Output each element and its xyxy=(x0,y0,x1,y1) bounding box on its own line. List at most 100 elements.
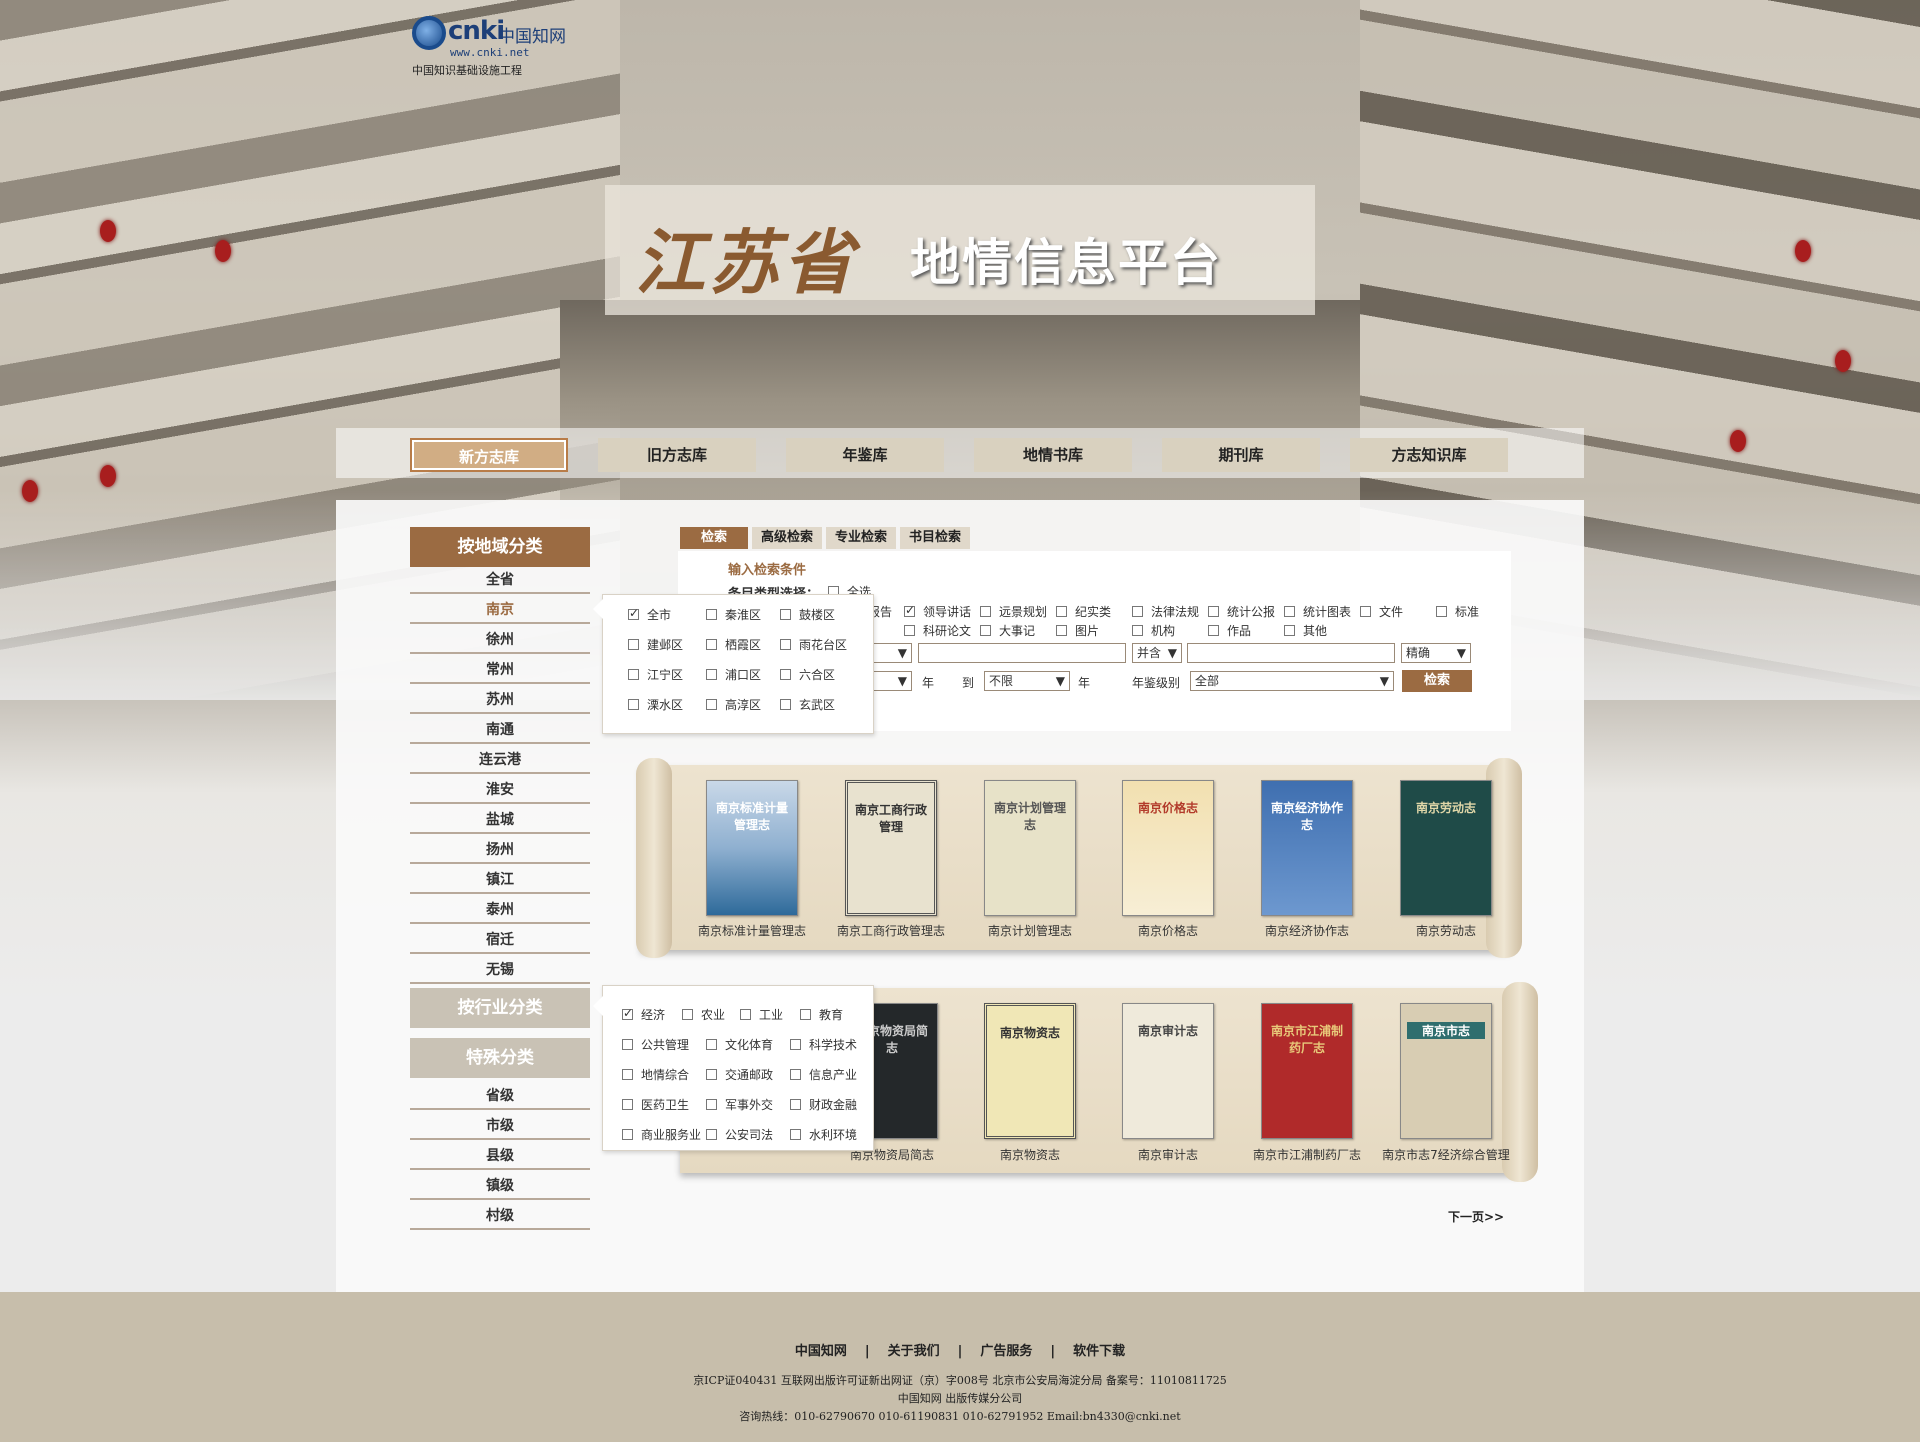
district-checkbox[interactable]: 高淳区 xyxy=(706,696,761,713)
cnki-logo[interactable]: cnki 中国知网 www.cnki.net 中国知识基础设施工程 xyxy=(412,12,582,77)
district-checkbox[interactable]: 秦淮区 xyxy=(706,606,761,623)
district-checkbox[interactable]: 玄武区 xyxy=(780,696,835,713)
book-title[interactable]: 南京市江浦制药厂志 xyxy=(1237,1146,1377,1163)
tab-new-gazetteer[interactable]: 新方志库 xyxy=(410,438,568,472)
match-select[interactable]: 精确 xyxy=(1401,643,1471,663)
book-cover[interactable]: 南京计划管理志 xyxy=(984,780,1076,916)
type-checkbox[interactable]: 图片 xyxy=(1056,622,1099,639)
type-checkbox[interactable]: 作品 xyxy=(1208,622,1251,639)
next-page-link[interactable]: 下一页>> xyxy=(1448,1208,1504,1225)
sidebar-item-region[interactable]: 连云港 xyxy=(410,746,590,774)
logic-select[interactable]: 并含 xyxy=(1132,643,1182,663)
sidebar-item-region[interactable]: 苏州 xyxy=(410,686,590,714)
type-checkbox[interactable]: 统计公报 xyxy=(1208,603,1275,620)
district-checkbox[interactable]: 雨花台区 xyxy=(780,636,847,653)
sidebar-item-level[interactable]: 镇级 xyxy=(410,1172,590,1200)
type-checkbox[interactable]: 纪实类 xyxy=(1056,603,1111,620)
industry-checkbox[interactable]: 财政金融 xyxy=(790,1096,857,1113)
sidebar-item-region[interactable]: 泰州 xyxy=(410,896,590,924)
industry-checkbox[interactable]: 科学技术 xyxy=(790,1036,857,1053)
footer-link-ads[interactable]: 广告服务 xyxy=(980,1344,1032,1359)
footer-link-download[interactable]: 软件下载 xyxy=(1073,1344,1125,1359)
industry-checkbox[interactable]: 医药卫生 xyxy=(622,1096,689,1113)
book-cover[interactable]: 南京工商行政管理 xyxy=(845,780,937,916)
sidebar-item-region[interactable]: 镇江 xyxy=(410,866,590,894)
district-checkbox[interactable]: 栖霞区 xyxy=(706,636,761,653)
sidebar-item-region[interactable]: 盐城 xyxy=(410,806,590,834)
district-checkbox[interactable]: 鼓楼区 xyxy=(780,606,835,623)
search-tab-catalog[interactable]: 书目检索 xyxy=(900,527,970,549)
district-checkbox[interactable]: 全市 xyxy=(628,606,671,623)
book-title[interactable]: 南京标准计量管理志 xyxy=(682,922,822,939)
industry-checkbox[interactable]: 水利环境 xyxy=(790,1126,857,1143)
type-checkbox[interactable]: 机构 xyxy=(1132,622,1175,639)
sidebar-item-region[interactable]: 淮安 xyxy=(410,776,590,804)
industry-checkbox[interactable]: 工业 xyxy=(740,1006,783,1023)
industry-checkbox[interactable]: 经济 xyxy=(622,1006,665,1023)
book-title[interactable]: 南京物资志 xyxy=(960,1146,1100,1163)
industry-checkbox[interactable]: 商业服务业 xyxy=(622,1126,701,1143)
sidebar-item-region[interactable]: 全省 xyxy=(410,566,590,594)
book-cover[interactable]: 南京价格志 xyxy=(1122,780,1214,916)
sidebar-item-region[interactable]: 南通 xyxy=(410,716,590,744)
book-cover[interactable]: 南京劳动志 xyxy=(1400,780,1492,916)
district-checkbox[interactable]: 建邺区 xyxy=(628,636,683,653)
type-checkbox[interactable]: 法律法规 xyxy=(1132,603,1199,620)
industry-checkbox[interactable]: 地情综合 xyxy=(622,1066,689,1083)
district-checkbox[interactable]: 溧水区 xyxy=(628,696,683,713)
footer-link-about[interactable]: 关于我们 xyxy=(888,1344,940,1359)
footer-link-cnki[interactable]: 中国知网 xyxy=(795,1344,847,1359)
industry-checkbox[interactable]: 文化体育 xyxy=(706,1036,773,1053)
book-cover[interactable]: 南京审计志 xyxy=(1122,1003,1214,1139)
type-checkbox[interactable]: 文件 xyxy=(1360,603,1403,620)
industry-checkbox[interactable]: 教育 xyxy=(800,1006,843,1023)
tab-knowledge[interactable]: 方志知识库 xyxy=(1350,438,1508,472)
region-category-header[interactable]: 按地域分类 xyxy=(410,527,590,567)
type-checkbox[interactable]: 领导讲话 xyxy=(904,603,971,620)
type-checkbox[interactable]: 大事记 xyxy=(980,622,1035,639)
sidebar-item-region[interactable]: 宿迁 xyxy=(410,926,590,954)
sidebar-item-region[interactable]: 徐州 xyxy=(410,626,590,654)
district-checkbox[interactable]: 江宁区 xyxy=(628,666,683,683)
industry-checkbox[interactable]: 公安司法 xyxy=(706,1126,773,1143)
tab-journals[interactable]: 期刊库 xyxy=(1162,438,1320,472)
book-cover[interactable]: 南京标准计量管理志 xyxy=(706,780,798,916)
special-category-header[interactable]: 特殊分类 xyxy=(410,1038,590,1078)
sidebar-item-level[interactable]: 村级 xyxy=(410,1202,590,1230)
tab-yearbook[interactable]: 年鉴库 xyxy=(786,438,944,472)
sidebar-item-level[interactable]: 县级 xyxy=(410,1142,590,1170)
book-title[interactable]: 南京市志7经济综合管理 xyxy=(1376,1146,1516,1163)
book-cover[interactable]: 南京物资志 xyxy=(984,1003,1076,1139)
type-checkbox[interactable]: 远景规划 xyxy=(980,603,1047,620)
tab-local-books[interactable]: 地情书库 xyxy=(974,438,1132,472)
industry-checkbox[interactable]: 信息产业 xyxy=(790,1066,857,1083)
book-cover[interactable]: 南京经济协作志 xyxy=(1261,780,1353,916)
book-title[interactable]: 南京劳动志 xyxy=(1376,922,1516,939)
sidebar-item-region[interactable]: 南京 xyxy=(410,596,590,624)
keyword-input-1[interactable] xyxy=(918,643,1126,663)
search-button[interactable]: 检索 xyxy=(1402,670,1472,692)
industry-category-header[interactable]: 按行业分类 xyxy=(410,988,590,1028)
book-title[interactable]: 南京工商行政管理志 xyxy=(821,922,961,939)
tab-old-gazetteer[interactable]: 旧方志库 xyxy=(598,438,756,472)
yearbook-level-select[interactable]: 全部 xyxy=(1190,671,1394,691)
industry-checkbox[interactable]: 军事外交 xyxy=(706,1096,773,1113)
sidebar-item-level[interactable]: 市级 xyxy=(410,1112,590,1140)
keyword-input-2[interactable] xyxy=(1187,643,1395,663)
sidebar-item-region[interactable]: 扬州 xyxy=(410,836,590,864)
district-checkbox[interactable]: 浦口区 xyxy=(706,666,761,683)
industry-checkbox[interactable]: 交通邮政 xyxy=(706,1066,773,1083)
industry-checkbox[interactable]: 公共管理 xyxy=(622,1036,689,1053)
book-title[interactable]: 南京经济协作志 xyxy=(1237,922,1377,939)
sidebar-item-level[interactable]: 省级 xyxy=(410,1082,590,1110)
year-to-select[interactable]: 不限 xyxy=(984,671,1070,691)
district-checkbox[interactable]: 六合区 xyxy=(780,666,835,683)
book-cover[interactable]: 南京市志 xyxy=(1400,1003,1492,1139)
book-title[interactable]: 南京价格志 xyxy=(1098,922,1238,939)
type-checkbox[interactable]: 标准 xyxy=(1436,603,1479,620)
search-tab-expert[interactable]: 专业检索 xyxy=(826,527,896,549)
book-title[interactable]: 南京计划管理志 xyxy=(960,922,1100,939)
industry-checkbox[interactable]: 农业 xyxy=(682,1006,725,1023)
search-tab-basic[interactable]: 检索 xyxy=(680,527,748,549)
book-cover[interactable]: 南京市江浦制药厂志 xyxy=(1261,1003,1353,1139)
